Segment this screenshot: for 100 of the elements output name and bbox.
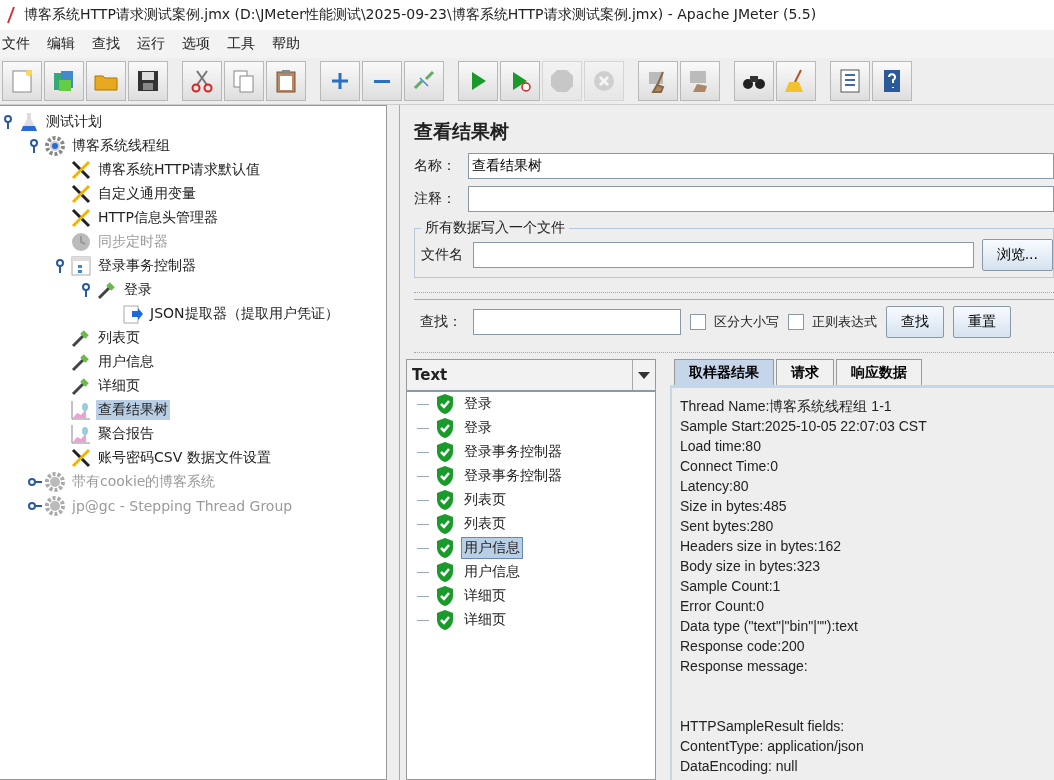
tree-item[interactable]: 登录 (122, 280, 154, 300)
tree-item[interactable]: JSON提取器（提取用户凭证） (148, 304, 341, 324)
name-field[interactable]: 查看结果树 (468, 152, 1054, 179)
save-icon (135, 68, 161, 94)
result-line: Size in bytes:485 (680, 497, 788, 516)
tree-item[interactable]: 测试计划 (44, 112, 104, 132)
shutdown-icon (591, 68, 617, 94)
tree-item[interactable]: 查看结果树 (96, 400, 170, 420)
gear-icon (44, 495, 66, 517)
tree-item[interactable]: 登录事务控制器 (96, 256, 198, 276)
result-line: HTTPSampleResult fields: (680, 717, 846, 736)
search-button[interactable]: 查找 (886, 306, 944, 338)
result-item[interactable]: 登录 (461, 393, 495, 415)
checkbox[interactable] (788, 314, 804, 330)
tools-icon (70, 183, 92, 205)
result-item[interactable]: 登录事务控制器 (461, 465, 565, 487)
tree-item[interactable]: 聚合报告 (96, 424, 156, 444)
filename-label: 文件名 (421, 246, 464, 264)
result-line: Body size in bytes:323 (680, 557, 822, 576)
tools-icon (70, 159, 92, 181)
checkbox[interactable] (690, 314, 706, 330)
search-button[interactable]: 重置 (953, 306, 1011, 338)
expanded-handle-icon[interactable] (29, 139, 41, 153)
stop-icon (549, 68, 575, 94)
caret-icon (638, 371, 650, 379)
result-line: Data type ("text"|"bin"|""):text (680, 617, 859, 636)
result-line: Error Count:0 (680, 597, 766, 616)
browse-button[interactable]: 浏览... (981, 239, 1053, 271)
tree-item[interactable]: HTTP信息头管理器 (96, 208, 220, 228)
tools-icon (70, 447, 92, 469)
result-item[interactable]: 详细页 (461, 609, 509, 631)
result-line: ContentType: application/json (680, 737, 865, 756)
tree-item[interactable]: 博客系统线程组 (70, 136, 172, 156)
result-line: Headers size in bytes:162 (680, 537, 843, 556)
expanded-handle-icon[interactable] (3, 115, 15, 129)
name-label: 名称： (414, 156, 457, 175)
group-legend: 所有数据写入一个文件 (421, 219, 569, 237)
toolbar-button[interactable] (128, 61, 168, 101)
chart-icon (70, 423, 92, 445)
result-line: Connect Time:0 (680, 457, 780, 476)
gear-icon (44, 471, 66, 493)
document-arrow-icon (122, 303, 144, 325)
menu-item[interactable]: 选项 (180, 35, 219, 53)
filename-field[interactable] (473, 242, 974, 268)
menu-item[interactable]: 文件 (0, 35, 39, 53)
menu-item[interactable]: 查找 (90, 35, 129, 53)
window-icon (70, 255, 92, 277)
window-title: 博客系统HTTP请求测试案例.jmx (D:\JMeter性能测试\2025-09-23\博客系统HTTP请求测试案例.jmx) - Apache JMeter (5.5) (24, 6, 817, 24)
chart-icon (70, 399, 92, 421)
tools-icon (70, 207, 92, 229)
tab[interactable]: 请求 (776, 359, 834, 385)
checkbox-label: 区分大小写 (714, 313, 779, 331)
tab[interactable]: 响应数据 (836, 359, 922, 385)
tab[interactable]: 取样器结果 (674, 359, 774, 385)
result-line: Response message: (680, 657, 809, 676)
comment-field[interactable] (468, 185, 1054, 212)
result-item[interactable]: 用户信息 (461, 537, 523, 559)
result-item[interactable]: 详细页 (461, 585, 509, 607)
result-line: Thread Name:博客系统线程组 1-1 (680, 397, 893, 416)
result-item[interactable]: 登录 (461, 417, 495, 439)
result-line: Response code:200 (680, 637, 806, 656)
renderer-dropdown[interactable]: Text (407, 360, 655, 392)
clock-icon (70, 231, 92, 253)
tree-item[interactable]: 账号密码CSV 数据文件设置 (96, 448, 273, 468)
result-line: Load time:80 (680, 437, 762, 456)
toolbar-button[interactable] (872, 61, 912, 101)
search-label: 查找： (420, 313, 463, 331)
tree-item[interactable]: 博客系统HTTP请求默认值 (96, 160, 262, 180)
result-item[interactable]: 登录事务控制器 (461, 441, 565, 463)
result-line: DataEncoding: null (680, 757, 799, 776)
result-item[interactable]: 列表页 (461, 513, 509, 535)
tree-item[interactable]: 自定义通用变量 (96, 184, 198, 204)
menu-item[interactable]: 编辑 (45, 35, 84, 53)
tree-item[interactable]: 列表页 (96, 328, 142, 348)
minus-icon (374, 79, 390, 83)
menu-item[interactable]: 帮助 (270, 35, 309, 53)
expanded-handle-icon[interactable] (81, 283, 93, 297)
result-line: Sample Count:1 (680, 577, 782, 596)
menu-item[interactable]: 工具 (225, 35, 264, 53)
panel-title: 查看结果树 (414, 119, 510, 144)
new-file-icon (9, 68, 35, 94)
search-field[interactable] (473, 309, 681, 335)
result-item[interactable]: 用户信息 (461, 561, 523, 583)
result-line: Latency:80 (680, 477, 750, 496)
toolbar-button[interactable] (734, 61, 774, 101)
cut-icon (189, 68, 215, 94)
result-line: Sent bytes:280 (680, 517, 775, 536)
checkbox-label: 正则表达式 (812, 313, 877, 331)
tree-item[interactable]: 用户信息 (96, 352, 156, 372)
menu-item[interactable]: 运行 (135, 35, 174, 53)
list-icon (837, 68, 863, 94)
gear-icon (44, 135, 66, 157)
result-item[interactable]: 列表页 (461, 489, 509, 511)
tree-item[interactable]: 详细页 (96, 376, 142, 396)
copy-icon (231, 68, 257, 94)
expanded-handle-icon[interactable] (55, 259, 67, 273)
comment-label: 注释： (414, 189, 457, 208)
result-line: Sample Start:2025-10-05 22:07:03 CST (680, 417, 928, 436)
flask-icon (18, 111, 40, 133)
paste-icon (273, 68, 299, 94)
